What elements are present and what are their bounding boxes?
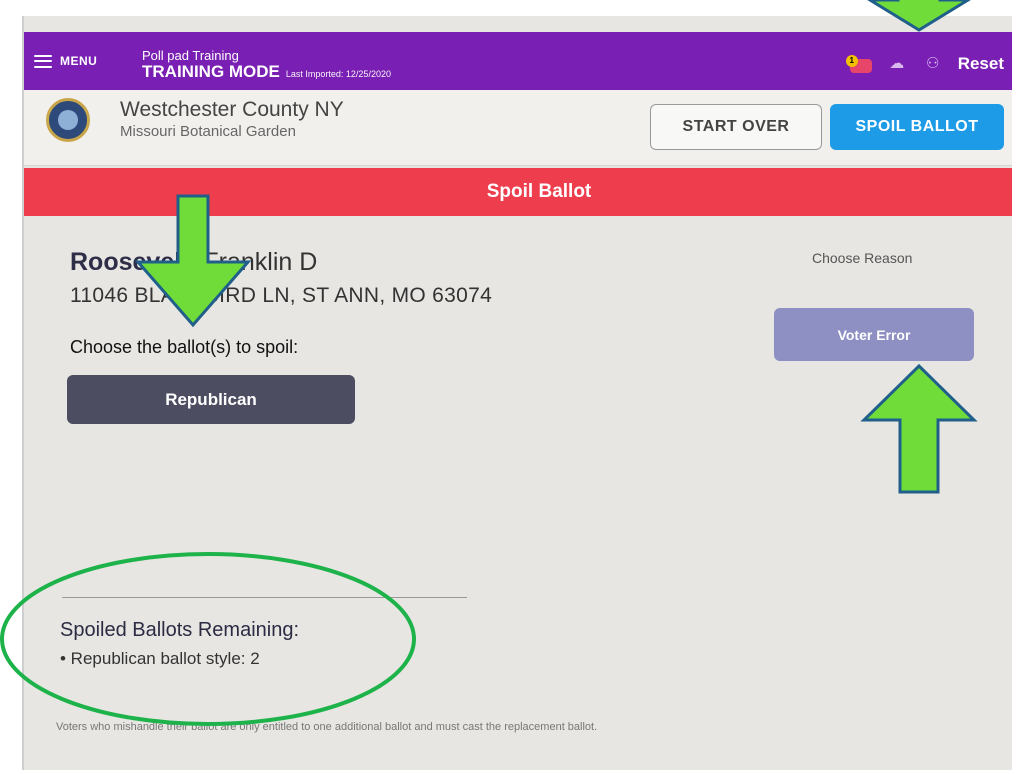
menu-button[interactable]: MENU <box>34 54 97 68</box>
menu-label: MENU <box>60 54 98 68</box>
reset-button[interactable]: Reset <box>958 54 1004 74</box>
spoil-policy-note: Voters who mishandle their ballot are on… <box>56 721 598 733</box>
choose-reason-label: Choose Reason <box>812 250 913 266</box>
county-seal-icon <box>46 98 90 142</box>
county-name: Westchester County NY <box>120 98 344 121</box>
spoiled-remaining-title: Spoiled Ballots Remaining: <box>60 619 300 641</box>
top-bar-actions: 1 ☁ ⚇ Reset <box>845 54 1004 74</box>
voter-address: 11046 BLACKBIRD LN, ST ANN, MO 63074 <box>70 284 493 307</box>
voter-first-name: Franklin D <box>203 248 318 276</box>
printer-icon[interactable]: 1 <box>845 55 872 73</box>
ballot-option-republican[interactable]: Republican <box>67 375 355 424</box>
spoiled-remaining-item: • Republican ballot style: 2 <box>60 649 260 668</box>
start-over-button[interactable]: START OVER <box>650 104 822 150</box>
top-bar: MENU Poll pad Training TRAINING MODE Las… <box>24 32 1012 90</box>
app-name: Poll pad Training <box>142 48 239 63</box>
reason-voter-error-button[interactable]: Voter Error <box>774 308 974 361</box>
training-mode-label: TRAINING MODE <box>142 62 280 81</box>
ipad-screen: MENU Poll pad Training TRAINING MODE Las… <box>22 16 1012 770</box>
header: Westchester County NY Missouri Botanical… <box>24 90 1012 166</box>
notification-badge: 1 <box>845 55 858 67</box>
mode-line: TRAINING MODE Last Imported: 12/25/2020 <box>142 63 391 81</box>
polling-location: Missouri Botanical Garden <box>120 123 296 140</box>
last-imported: Last Imported: 12/25/2020 <box>285 69 391 79</box>
hamburger-icon <box>34 54 52 68</box>
voter-name: Roosevelt, Franklin D <box>70 248 318 276</box>
users-icon[interactable]: ⚇ <box>922 55 944 73</box>
cloud-upload-icon[interactable]: ☁ <box>886 55 908 73</box>
spoil-ballot-button[interactable]: SPOIL BALLOT <box>830 104 1004 150</box>
voter-last-name: Roosevelt <box>70 248 190 276</box>
page-title: Spoil Ballot <box>24 168 1012 216</box>
choose-ballot-label: Choose the ballot(s) to spoil: <box>70 337 299 357</box>
divider <box>62 597 467 598</box>
